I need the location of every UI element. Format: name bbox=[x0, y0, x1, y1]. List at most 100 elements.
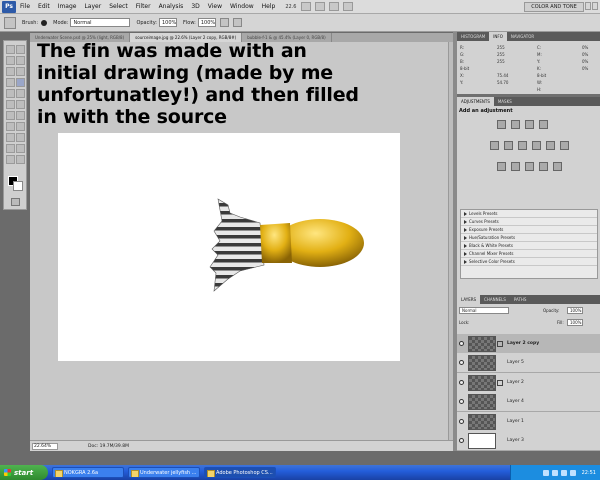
tray-icon[interactable] bbox=[560, 469, 567, 476]
photo-filter-icon[interactable] bbox=[546, 141, 555, 150]
menu-select[interactable]: Select bbox=[105, 1, 132, 13]
menu-help[interactable]: Help bbox=[258, 1, 280, 13]
preset-item[interactable]: Exposure Presets bbox=[461, 226, 597, 234]
hand-icon[interactable] bbox=[6, 155, 15, 164]
preset-item[interactable]: Black & White Presets bbox=[461, 242, 597, 250]
taskbar-task[interactable]: Adobe Photoshop CS... bbox=[204, 467, 276, 478]
tab-navigator[interactable]: NAVIGATOR bbox=[507, 32, 538, 41]
levels-icon[interactable] bbox=[511, 120, 520, 129]
channel-mixer-icon[interactable] bbox=[560, 141, 569, 150]
curves-icon[interactable] bbox=[525, 120, 534, 129]
screen-mode-icon[interactable] bbox=[342, 2, 353, 11]
eraser-icon[interactable] bbox=[6, 100, 15, 109]
zoom-control[interactable]: 22.6 bbox=[285, 4, 296, 10]
history-brush-icon[interactable] bbox=[16, 89, 25, 98]
menu-file[interactable]: File bbox=[16, 1, 34, 13]
tab-adjustments[interactable]: ADJUSTMENTS bbox=[457, 97, 494, 106]
selective-color-icon[interactable] bbox=[553, 162, 562, 171]
preset-item[interactable]: Hue/Saturation Presets bbox=[461, 234, 597, 242]
healing-brush-icon[interactable] bbox=[6, 78, 15, 87]
zoom-icon[interactable] bbox=[16, 155, 25, 164]
hue-saturation-icon[interactable] bbox=[504, 141, 513, 150]
tab-info[interactable]: INFO bbox=[489, 32, 507, 41]
taskbar-task[interactable]: Underwater jellyfish ... bbox=[128, 467, 200, 478]
brightness-contrast-icon[interactable] bbox=[497, 120, 506, 129]
layer-row[interactable]: Layer 5 bbox=[457, 353, 600, 374]
preset-item[interactable]: Curves Presets bbox=[461, 218, 597, 226]
tray-icon[interactable] bbox=[569, 469, 576, 476]
type-tool-icon[interactable] bbox=[16, 122, 25, 131]
status-zoom-field[interactable]: 22.64% bbox=[32, 442, 58, 450]
airbrush-icon[interactable] bbox=[219, 18, 229, 27]
threshold-icon[interactable] bbox=[525, 162, 534, 171]
tab-layers[interactable]: LAYERS bbox=[457, 295, 481, 304]
start-button[interactable]: start bbox=[0, 465, 48, 480]
brush-tool-icon[interactable] bbox=[4, 16, 16, 29]
fill-field[interactable]: 100% bbox=[567, 319, 583, 326]
menu-3d[interactable]: 3D bbox=[187, 1, 203, 13]
tab-channels[interactable]: CHANNELS bbox=[480, 295, 510, 304]
clone-stamp-icon[interactable] bbox=[6, 89, 15, 98]
tablet-pressure-icon[interactable] bbox=[232, 18, 242, 27]
eyedropper-icon[interactable] bbox=[16, 67, 25, 76]
menu-filter[interactable]: Filter bbox=[132, 1, 155, 13]
zoom-tool-icon[interactable] bbox=[314, 2, 325, 11]
quick-mask-icon[interactable] bbox=[11, 198, 20, 206]
menu-layer[interactable]: Layer bbox=[80, 1, 105, 13]
tab-histogram[interactable]: HISTOGRAM bbox=[457, 32, 489, 41]
tab-paths[interactable]: PATHS bbox=[510, 295, 531, 304]
black-white-icon[interactable] bbox=[532, 141, 541, 150]
pen-tool-icon[interactable] bbox=[6, 122, 15, 131]
posterize-icon[interactable] bbox=[511, 162, 520, 171]
tab-masks[interactable]: MASKS bbox=[494, 97, 516, 106]
eye-icon[interactable] bbox=[459, 341, 464, 346]
layers-opacity-field[interactable]: 100% bbox=[567, 307, 583, 314]
eye-icon[interactable] bbox=[459, 399, 464, 405]
menu-view[interactable]: View bbox=[204, 1, 226, 13]
exposure-icon[interactable] bbox=[539, 120, 548, 129]
tray-icon[interactable] bbox=[542, 469, 549, 476]
taskbar-task[interactable]: NOKGRA 2.6a bbox=[52, 467, 124, 478]
eye-icon[interactable] bbox=[459, 360, 464, 366]
eye-icon[interactable] bbox=[459, 438, 464, 443]
menu-window[interactable]: Window bbox=[226, 1, 258, 13]
magic-wand-icon[interactable] bbox=[16, 56, 25, 65]
preset-item[interactable]: Levels Presets bbox=[461, 210, 597, 218]
brush-tool-active-icon[interactable] bbox=[16, 78, 25, 87]
layer-row[interactable]: Layer 2 copy bbox=[457, 334, 600, 354]
mode-select[interactable]: Normal bbox=[70, 18, 131, 27]
brush-preset-icon[interactable] bbox=[41, 19, 48, 26]
tray-icon[interactable] bbox=[551, 469, 558, 476]
link-icon[interactable] bbox=[497, 379, 503, 386]
dodge-tool-icon[interactable] bbox=[16, 111, 25, 120]
layer-row[interactable]: Layer 2 bbox=[457, 372, 600, 393]
3d-rotate-icon[interactable] bbox=[6, 144, 15, 153]
color-balance-icon[interactable] bbox=[518, 141, 527, 150]
background-color-swatch[interactable] bbox=[13, 181, 23, 191]
marquee-tool-icon[interactable] bbox=[16, 45, 25, 54]
preset-item[interactable]: Selective Color Presets bbox=[461, 258, 597, 266]
flow-field[interactable]: 100% bbox=[197, 18, 216, 27]
arrange-documents-icon[interactable] bbox=[328, 2, 339, 11]
link-icon[interactable] bbox=[497, 341, 503, 347]
menu-analysis[interactable]: Analysis bbox=[155, 1, 188, 13]
layer-row[interactable]: Layer 1 bbox=[457, 411, 600, 432]
3d-orbit-icon[interactable] bbox=[16, 144, 25, 153]
layer-row[interactable]: Layer 3 bbox=[457, 431, 600, 451]
menu-image[interactable]: Image bbox=[54, 1, 81, 13]
opacity-field[interactable]: 100% bbox=[159, 18, 177, 27]
preset-item[interactable]: Channel Mixer Presets bbox=[461, 250, 597, 258]
gradient-icon[interactable] bbox=[16, 100, 25, 109]
vibrance-icon[interactable] bbox=[490, 141, 499, 150]
menu-edit[interactable]: Edit bbox=[34, 1, 54, 13]
crop-tool-icon[interactable] bbox=[6, 67, 15, 76]
shape-tool-icon[interactable] bbox=[16, 133, 25, 142]
hand-tool-icon[interactable] bbox=[300, 2, 311, 11]
workspace-switcher[interactable]: COLOR AND TONE bbox=[524, 2, 584, 12]
gradient-map-icon[interactable] bbox=[539, 162, 548, 171]
eye-icon[interactable] bbox=[459, 379, 464, 385]
move-tool-icon[interactable] bbox=[6, 45, 15, 54]
blur-tool-icon[interactable] bbox=[6, 111, 15, 120]
close-icon[interactable] bbox=[592, 2, 598, 10]
blend-mode-select[interactable]: Normal bbox=[459, 307, 509, 314]
